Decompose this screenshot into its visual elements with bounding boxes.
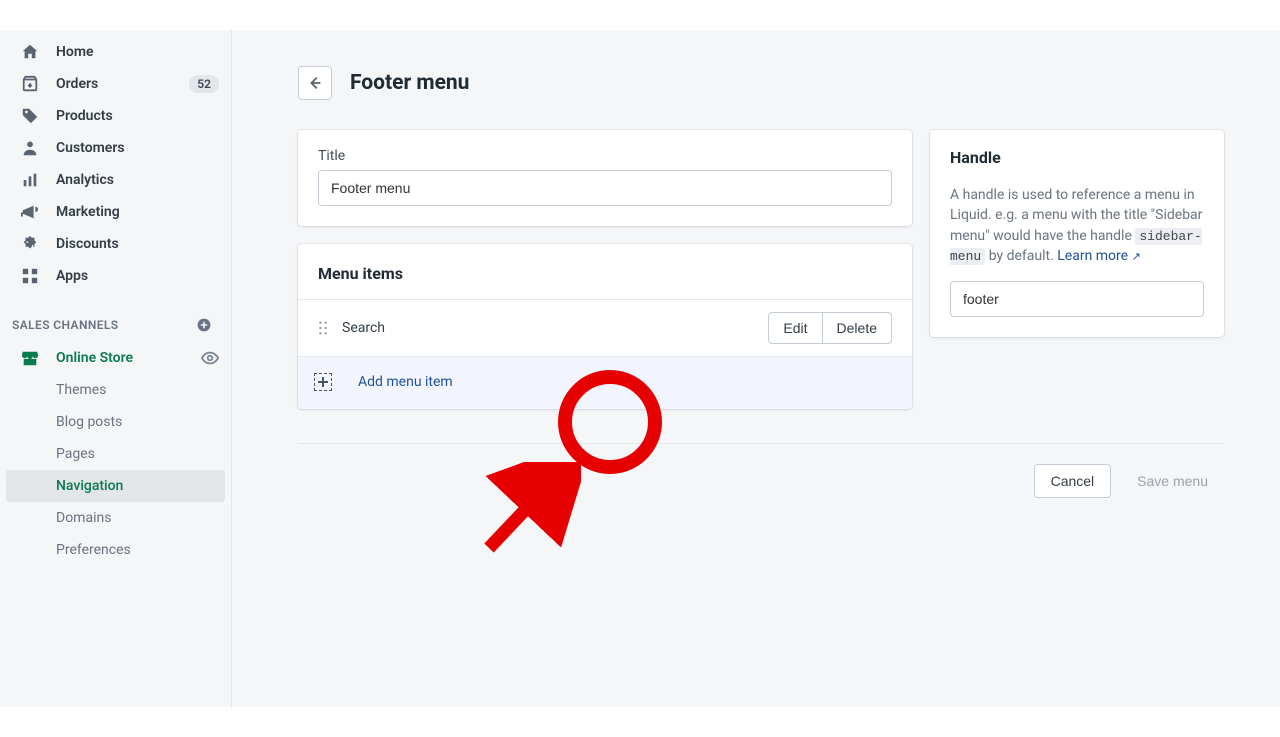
page-actions: Cancel Save menu <box>298 443 1224 498</box>
nav-label: Marketing <box>56 204 219 220</box>
person-icon <box>20 138 40 158</box>
nav-discounts[interactable]: Discounts <box>0 228 231 260</box>
nav-marketing[interactable]: Marketing <box>0 196 231 228</box>
view-store-icon[interactable] <box>201 349 219 367</box>
subnav-domains[interactable]: Domains <box>0 502 225 534</box>
title-input[interactable] <box>318 170 892 206</box>
nav-label: Products <box>56 108 219 124</box>
bars-icon <box>20 170 40 190</box>
main-content: Footer menu Title Menu items Search <box>232 30 1280 707</box>
title-card: Title <box>298 130 912 226</box>
handle-heading: Handle <box>950 148 1204 167</box>
handle-card: Handle A handle is used to reference a m… <box>930 130 1224 337</box>
learn-more-link[interactable]: Learn more ↗ <box>1057 248 1141 264</box>
tag-icon <box>20 106 40 126</box>
nav-label: Orders <box>56 76 173 92</box>
nav-analytics[interactable]: Analytics <box>0 164 231 196</box>
arrow-left-icon <box>306 74 324 92</box>
subnav-pages[interactable]: Pages <box>0 438 225 470</box>
add-menu-item[interactable]: Add menu item <box>298 356 912 409</box>
nav-online-store[interactable]: Online Store <box>0 342 231 374</box>
subnav-preferences[interactable]: Preferences <box>0 534 225 566</box>
cancel-button[interactable]: Cancel <box>1034 464 1112 498</box>
menu-item-name: Search <box>342 320 754 336</box>
subnav-navigation[interactable]: Navigation <box>6 470 225 502</box>
store-icon <box>20 348 40 368</box>
nav-home[interactable]: Home <box>0 36 231 68</box>
home-icon <box>20 42 40 62</box>
edit-button[interactable]: Edit <box>768 312 822 344</box>
megaphone-icon <box>20 202 40 222</box>
sidebar: Home Orders 52 Products Customers <box>0 30 232 707</box>
orders-badge: 52 <box>189 75 219 93</box>
add-menu-item-label: Add menu item <box>358 374 453 390</box>
nav-label: Discounts <box>56 236 219 252</box>
nav-label: Apps <box>56 268 219 284</box>
sales-channels-heading: SALES CHANNELS <box>0 292 231 342</box>
menu-items-heading: Menu items <box>298 244 912 299</box>
handle-input[interactable] <box>950 281 1204 317</box>
drag-handle-icon[interactable] <box>318 321 328 335</box>
save-menu-button: Save menu <box>1121 464 1224 498</box>
nav-products[interactable]: Products <box>0 100 231 132</box>
subnav-blog-posts[interactable]: Blog posts <box>0 406 225 438</box>
subnav-themes[interactable]: Themes <box>0 374 225 406</box>
nav-customers[interactable]: Customers <box>0 132 231 164</box>
menu-item-row: Search Edit Delete <box>298 299 912 356</box>
nav-label: Online Store <box>56 350 185 366</box>
discount-icon <box>20 234 40 254</box>
grid-icon <box>20 266 40 286</box>
nav-apps[interactable]: Apps <box>0 260 231 292</box>
nav-label: Analytics <box>56 172 219 188</box>
page-title: Footer menu <box>350 71 469 95</box>
add-channel-icon[interactable] <box>195 316 213 334</box>
handle-description: A handle is used to reference a menu in … <box>950 185 1204 267</box>
nav-label: Home <box>56 44 219 60</box>
delete-button[interactable]: Delete <box>823 312 892 344</box>
title-label: Title <box>318 148 892 164</box>
add-dashed-icon <box>314 373 332 391</box>
nav-label: Customers <box>56 140 219 156</box>
nav-orders[interactable]: Orders 52 <box>0 68 231 100</box>
orders-icon <box>20 74 40 94</box>
external-link-icon: ↗ <box>1132 250 1141 263</box>
menu-items-card: Menu items Search Edit Delete Add <box>298 244 912 409</box>
back-button[interactable] <box>298 66 332 100</box>
